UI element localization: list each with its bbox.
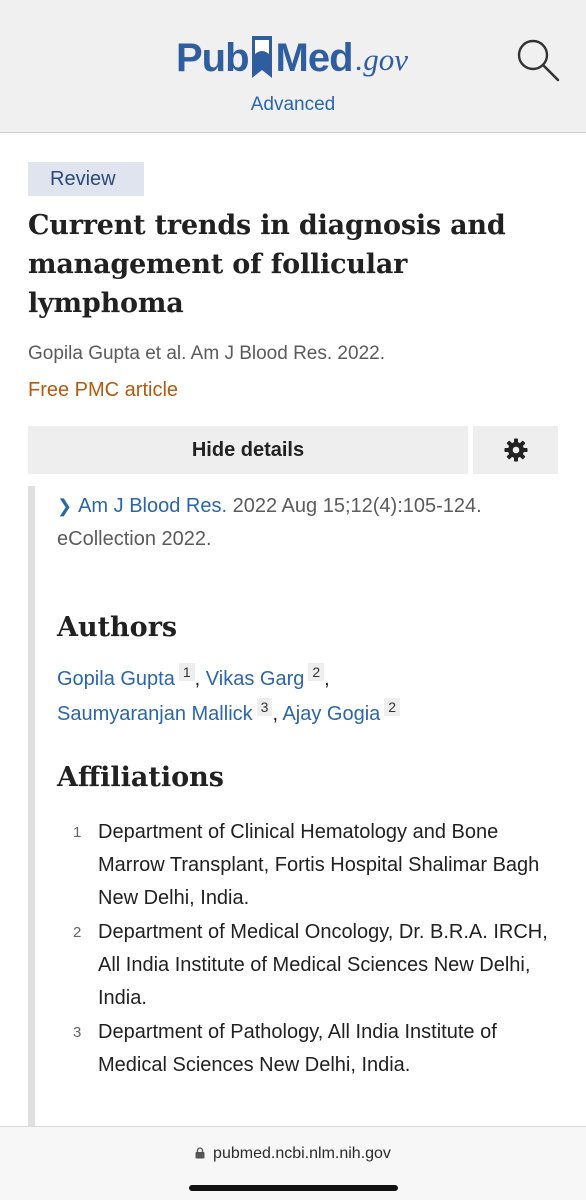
- logo-med-text: Med: [275, 36, 354, 80]
- affiliation-ref[interactable]: 2: [308, 663, 325, 681]
- affiliation-text: Department of Pathology, All India Insti…: [98, 1021, 497, 1076]
- logo-pub-text: Pub: [176, 36, 250, 80]
- affiliation-ref[interactable]: 3: [256, 698, 273, 716]
- affiliation-number: 2: [73, 924, 82, 941]
- browser-address-bar[interactable]: pubmed.ncbi.nlm.nih.gov: [0, 1126, 586, 1200]
- bookmark-logo-icon: [250, 34, 274, 80]
- author-list: Gopila Gupta 1, Vikas Garg 2, Saumyaranjan…: [57, 662, 557, 732]
- author-link[interactable]: Ajay Gogia: [282, 703, 380, 725]
- hide-details-button[interactable]: Hide details: [28, 426, 468, 474]
- author-link[interactable]: Saumyaranjan Mallick: [57, 703, 253, 725]
- affiliation-number: 1: [73, 824, 82, 841]
- article-details-panel: ❯ Am J Blood Res. 2022 Aug 15;12(4):105-1…: [28, 486, 558, 1126]
- site-header: Pub Med .gov Advanced: [0, 0, 586, 133]
- free-pmc-article-link[interactable]: Free PMC article: [28, 379, 178, 402]
- affiliation-ref[interactable]: 2: [384, 698, 401, 716]
- short-citation: Gopila Gupta et al. Am J Blood Res. 2022…: [28, 343, 385, 364]
- journal-name-link[interactable]: Am J Blood Res.: [78, 495, 227, 517]
- affiliation-text: Department of Medical Oncology, Dr. B.R.…: [98, 921, 548, 1009]
- article-title: Current trends in diagnosis and manageme…: [28, 210, 506, 319]
- affiliation-text: Department of Clinical Hematology and Bo…: [98, 821, 540, 909]
- logo-gov-text: .gov: [355, 42, 409, 77]
- journal-citation: ❯ Am J Blood Res. 2022 Aug 15;12(4):105-1…: [57, 490, 557, 556]
- chevron-right-icon: ❯: [57, 496, 73, 516]
- affiliation-item: 2 Department of Medical Oncology, Dr. B.…: [65, 916, 565, 1015]
- authors-heading: Authors: [57, 612, 178, 643]
- pubmed-logo[interactable]: Pub Med .gov: [176, 28, 408, 80]
- affiliation-ref[interactable]: 1: [178, 663, 195, 681]
- home-indicator[interactable]: [189, 1185, 398, 1191]
- affiliation-item: 3 Department of Pathology, All India Ins…: [65, 1016, 565, 1082]
- affiliation-item: 1 Department of Clinical Hematology and …: [65, 816, 565, 915]
- lock-icon: [195, 1146, 205, 1159]
- author-link[interactable]: Vikas Garg: [206, 668, 305, 690]
- gear-icon[interactable]: [473, 426, 558, 474]
- advanced-search-link[interactable]: Advanced: [0, 94, 586, 116]
- affiliation-list: 1 Department of Clinical Hematology and …: [65, 816, 565, 1083]
- search-icon[interactable]: [514, 36, 562, 84]
- article-type-badge: Review: [28, 162, 144, 196]
- affiliations-heading: Affiliations: [57, 762, 224, 793]
- author-link[interactable]: Gopila Gupta: [57, 668, 175, 690]
- page: Pub Med .gov Advanced Review Current tre…: [0, 0, 586, 1200]
- url-text: pubmed.ncbi.nlm.nih.gov: [213, 1145, 391, 1162]
- url-display[interactable]: pubmed.ncbi.nlm.nih.gov: [0, 1145, 586, 1163]
- affiliation-number: 3: [73, 1024, 82, 1041]
